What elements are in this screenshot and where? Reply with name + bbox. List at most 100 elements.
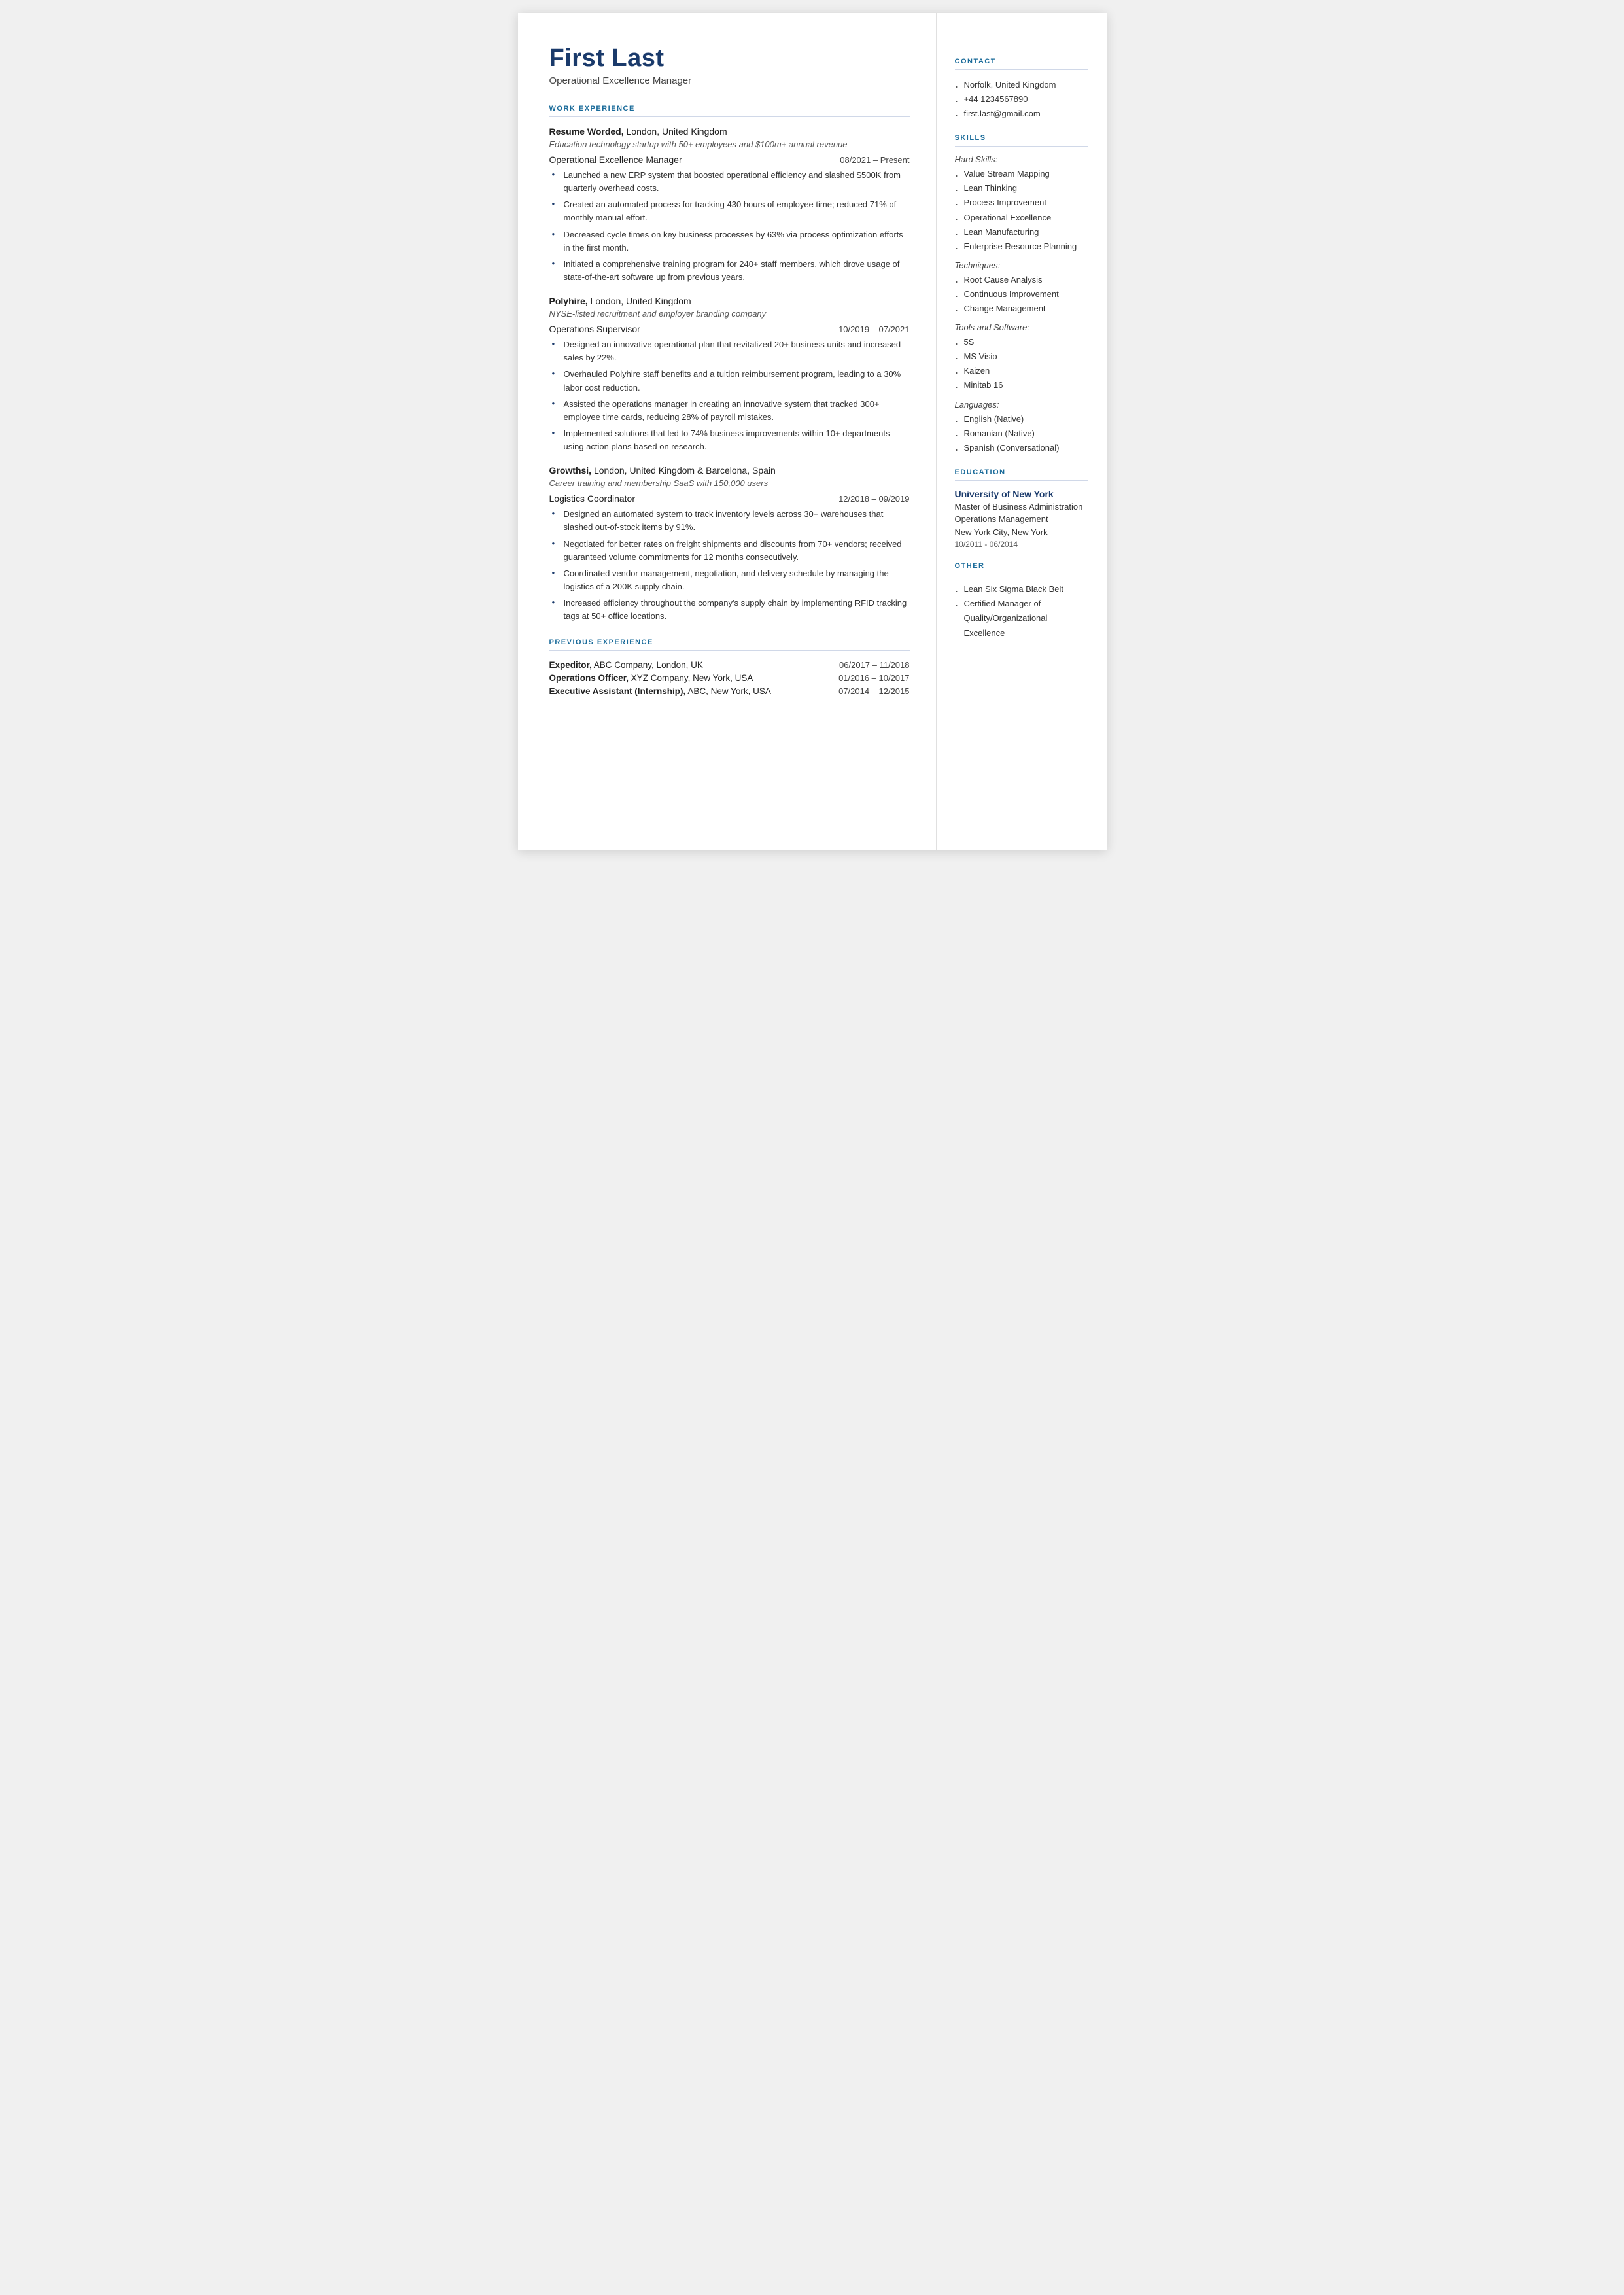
bullet-3-1: Designed an automated system to track in… bbox=[552, 508, 910, 534]
role-row-1: Operational Excellence Manager 08/2021 –… bbox=[549, 154, 910, 165]
role-row-2: Operations Supervisor 10/2019 – 07/2021 bbox=[549, 324, 910, 334]
prev-exp-bold-2: Operations Officer, bbox=[549, 673, 629, 683]
hard-skills-list: Value Stream Mapping Lean Thinking Proce… bbox=[955, 167, 1088, 254]
role-dates-3: 12/2018 – 09/2019 bbox=[838, 494, 909, 504]
role-row-3: Logistics Coordinator 12/2018 – 09/2019 bbox=[549, 493, 910, 504]
prev-exp-dates-2: 01/2016 – 10/2017 bbox=[838, 673, 909, 683]
job-block-1: Resume Worded, London, United Kingdom Ed… bbox=[549, 126, 910, 284]
language-0: English (Native) bbox=[955, 412, 1088, 427]
company-location-1: London, United Kingdom bbox=[624, 126, 727, 137]
bullet-list-3: Designed an automated system to track in… bbox=[552, 508, 910, 623]
prev-exp-label-2: Operations Officer, XYZ Company, New Yor… bbox=[549, 673, 753, 683]
prev-exp-row-1: Expeditor, ABC Company, London, UK 06/20… bbox=[549, 660, 910, 670]
company-name-row-2: Polyhire, London, United Kingdom bbox=[549, 296, 910, 307]
bullet-1-1: Launched a new ERP system that boosted o… bbox=[552, 169, 910, 195]
tools-list: 5S MS Visio Kaizen Minitab 16 bbox=[955, 335, 1088, 393]
contact-list: Norfolk, United Kingdom +44 1234567890 f… bbox=[955, 78, 1088, 121]
languages-list: English (Native) Romanian (Native) Spani… bbox=[955, 412, 1088, 455]
technique-1: Continuous Improvement bbox=[955, 287, 1088, 302]
techniques-list: Root Cause Analysis Continuous Improveme… bbox=[955, 273, 1088, 316]
prev-exp-dates-3: 07/2014 – 12/2015 bbox=[838, 686, 909, 696]
previous-experience-divider bbox=[549, 650, 910, 651]
hard-skills-label: Hard Skills: bbox=[955, 154, 1088, 164]
tools-label: Tools and Software: bbox=[955, 323, 1088, 332]
bullet-list-1: Launched a new ERP system that boosted o… bbox=[552, 169, 910, 284]
bullet-1-2: Created an automated process for trackin… bbox=[552, 198, 910, 224]
bullet-2-2: Overhauled Polyhire staff benefits and a… bbox=[552, 368, 910, 394]
bullet-1-4: Initiated a comprehensive training progr… bbox=[552, 258, 910, 284]
company-desc-1: Education technology startup with 50+ em… bbox=[549, 139, 910, 149]
other-item-0: Lean Six Sigma Black Belt bbox=[955, 582, 1088, 597]
tool-3: Minitab 16 bbox=[955, 378, 1088, 393]
prev-exp-row-3: Executive Assistant (Internship), ABC, N… bbox=[549, 686, 910, 696]
work-experience-header: WORK EXPERIENCE bbox=[549, 105, 910, 113]
job-block-3: Growthsi, London, United Kingdom & Barce… bbox=[549, 465, 910, 623]
hard-skill-0: Value Stream Mapping bbox=[955, 167, 1088, 181]
bullet-3-2: Negotiated for better rates on freight s… bbox=[552, 538, 910, 564]
prev-exp-label-1: Expeditor, ABC Company, London, UK bbox=[549, 660, 703, 670]
tool-0: 5S bbox=[955, 335, 1088, 349]
bullet-3-3: Coordinated vendor management, negotiati… bbox=[552, 567, 910, 593]
technique-0: Root Cause Analysis bbox=[955, 273, 1088, 287]
prev-exp-bold-1: Expeditor, bbox=[549, 660, 592, 670]
bullet-list-2: Designed an innovative operational plan … bbox=[552, 338, 910, 453]
edu-dates-0: 10/2011 - 06/2014 bbox=[955, 540, 1088, 549]
other-list: Lean Six Sigma Black Belt Certified Mana… bbox=[955, 582, 1088, 640]
bullet-2-3: Assisted the operations manager in creat… bbox=[552, 398, 910, 424]
other-header: OTHER bbox=[955, 562, 1088, 570]
company-name-row-1: Resume Worded, London, United Kingdom bbox=[549, 126, 910, 138]
candidate-name: First Last bbox=[549, 44, 910, 73]
prev-exp-bold-3: Executive Assistant (Internship), bbox=[549, 686, 686, 696]
role-title-3: Logistics Coordinator bbox=[549, 493, 636, 504]
company-location-3: London, United Kingdom & Barcelona, Spai… bbox=[591, 465, 776, 476]
company-location-2: London, United Kingdom bbox=[588, 296, 691, 306]
company-name-row-3: Growthsi, London, United Kingdom & Barce… bbox=[549, 465, 910, 477]
role-dates-1: 08/2021 – Present bbox=[840, 155, 909, 165]
edu-degree-0: Master of Business Administration Operat… bbox=[955, 500, 1088, 539]
bullet-1-3: Decreased cycle times on key business pr… bbox=[552, 228, 910, 254]
tool-2: Kaizen bbox=[955, 364, 1088, 378]
contact-item-1: +44 1234567890 bbox=[955, 92, 1088, 107]
prev-exp-rest-3: ABC, New York, USA bbox=[685, 686, 771, 696]
hard-skill-5: Enterprise Resource Planning bbox=[955, 239, 1088, 254]
company-desc-3: Career training and membership SaaS with… bbox=[549, 478, 910, 488]
hard-skill-1: Lean Thinking bbox=[955, 181, 1088, 196]
education-header: EDUCATION bbox=[955, 468, 1088, 476]
resume-page: First Last Operational Excellence Manage… bbox=[518, 13, 1107, 850]
bullet-3-4: Increased efficiency throughout the comp… bbox=[552, 597, 910, 623]
skills-header: SKILLS bbox=[955, 134, 1088, 142]
tool-1: MS Visio bbox=[955, 349, 1088, 364]
bullet-2-1: Designed an innovative operational plan … bbox=[552, 338, 910, 364]
contact-item-2: first.last@gmail.com bbox=[955, 107, 1088, 121]
language-2: Spanish (Conversational) bbox=[955, 441, 1088, 455]
prev-exp-rest-2: XYZ Company, New York, USA bbox=[629, 673, 753, 683]
prev-exp-row-2: Operations Officer, XYZ Company, New Yor… bbox=[549, 673, 910, 683]
contact-item-0: Norfolk, United Kingdom bbox=[955, 78, 1088, 92]
hard-skill-3: Operational Excellence bbox=[955, 211, 1088, 225]
techniques-label: Techniques: bbox=[955, 260, 1088, 270]
role-title-1: Operational Excellence Manager bbox=[549, 154, 682, 165]
edu-school-0: University of New York bbox=[955, 489, 1088, 499]
technique-2: Change Management bbox=[955, 302, 1088, 316]
edu-block-0: University of New York Master of Busines… bbox=[955, 489, 1088, 550]
hard-skill-2: Process Improvement bbox=[955, 196, 1088, 210]
role-dates-2: 10/2019 – 07/2021 bbox=[838, 324, 909, 334]
skills-divider bbox=[955, 146, 1088, 147]
company-name-3: Growthsi, bbox=[549, 465, 592, 476]
contact-divider bbox=[955, 69, 1088, 70]
work-experience-divider bbox=[549, 116, 910, 117]
company-name-2: Polyhire, bbox=[549, 296, 588, 306]
hard-skill-4: Lean Manufacturing bbox=[955, 225, 1088, 239]
main-column: First Last Operational Excellence Manage… bbox=[518, 13, 937, 850]
other-item-1: Certified Manager of Quality/Organizatio… bbox=[955, 597, 1088, 640]
languages-label: Languages: bbox=[955, 400, 1088, 410]
bullet-2-4: Implemented solutions that led to 74% bu… bbox=[552, 427, 910, 453]
prev-exp-dates-1: 06/2017 – 11/2018 bbox=[839, 660, 909, 670]
sidebar: CONTACT Norfolk, United Kingdom +44 1234… bbox=[937, 13, 1107, 850]
language-1: Romanian (Native) bbox=[955, 427, 1088, 441]
role-title-2: Operations Supervisor bbox=[549, 324, 640, 334]
prev-exp-rest-1: ABC Company, London, UK bbox=[592, 660, 703, 670]
education-divider bbox=[955, 480, 1088, 481]
prev-exp-label-3: Executive Assistant (Internship), ABC, N… bbox=[549, 686, 771, 696]
company-name-1: Resume Worded, bbox=[549, 126, 624, 137]
